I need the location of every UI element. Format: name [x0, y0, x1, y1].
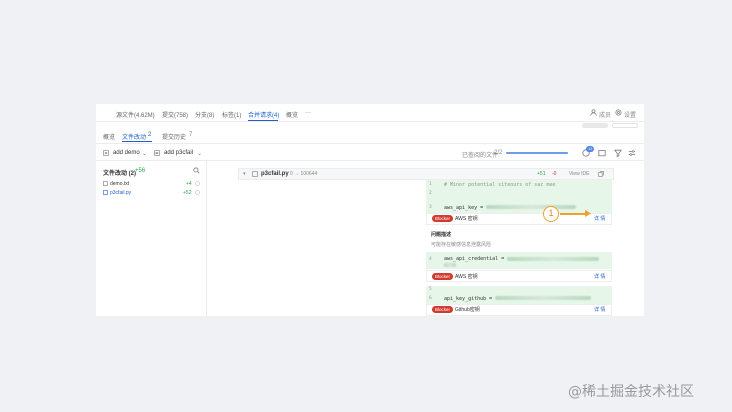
subtab-commit-history[interactable]: 提交历史	[162, 132, 186, 141]
branch-icon	[103, 150, 109, 156]
review-progress-fill	[506, 152, 568, 154]
diff-file-name: p3cfail.py	[261, 171, 289, 177]
settings-link[interactable]: 设置	[624, 110, 636, 119]
issue-row	[426, 270, 612, 282]
diff-line-github-key: 6 api_key_github =	[426, 294, 612, 304]
members-link[interactable]: 成员	[599, 110, 611, 119]
tab-branches[interactable]: 分支(8)	[195, 110, 214, 119]
redacted-secret	[486, 205, 577, 209]
collapse-caret-icon[interactable]: ▾	[243, 171, 246, 177]
redacted-secret	[495, 296, 592, 300]
issue-title: AWS 密钥	[455, 274, 478, 280]
file-icon	[103, 181, 108, 186]
problem-description: 可能存在敏感信息泄露风险	[431, 242, 492, 248]
tab-merge-requests[interactable]: 合并请求(4)	[248, 110, 279, 119]
subtab-overview[interactable]: 概览	[103, 132, 115, 141]
file-list-total: +56	[135, 168, 146, 174]
problem-heading: 问题描述	[431, 232, 452, 238]
tab-overview[interactable]: 概览	[286, 110, 298, 119]
redacted-secret	[507, 256, 600, 261]
issue-details-link[interactable]: 详 情	[594, 306, 605, 313]
issue-title: AWS 密钥	[455, 216, 478, 222]
folder-icon[interactable]	[598, 149, 606, 157]
diff-added-count: +51	[537, 171, 546, 177]
file-item-demo[interactable]: demo.txt	[110, 181, 129, 187]
divider	[96, 160, 644, 161]
file-icon	[252, 171, 258, 177]
search-icon[interactable]	[193, 167, 200, 174]
annotation-arrow-line	[560, 213, 588, 215]
branch-icon	[154, 150, 160, 156]
toolbar-button-placeholder[interactable]	[582, 123, 608, 128]
watermark: @稀土掘金技术社区	[568, 384, 694, 400]
arrow-head-icon	[585, 210, 591, 217]
severity-badge: Blocker	[432, 306, 454, 313]
check-circle-icon	[195, 190, 200, 195]
view-ide-button[interactable]: View IDE	[569, 171, 589, 177]
review-progress-track	[506, 152, 568, 154]
gear-icon[interactable]	[615, 109, 622, 116]
diff-removed-count: -0	[552, 171, 557, 177]
check-circle-icon	[195, 181, 200, 186]
filter-icon[interactable]	[614, 149, 622, 158]
file-item-p3cfail[interactable]: p3cfail.py	[110, 190, 131, 196]
subtab-file-changes[interactable]: 文件改动	[122, 132, 146, 141]
subtab-indicator	[122, 141, 152, 142]
notification-badge: 12	[586, 146, 595, 152]
file-delta: +4	[186, 181, 192, 187]
redacted-secret	[444, 263, 456, 267]
issue-title: Github密钥	[455, 307, 480, 313]
tab-source-files[interactable]: 源文件(4.62M)	[116, 110, 155, 119]
file-delta: +52	[183, 190, 192, 196]
file-icon	[103, 190, 108, 195]
diff-line: 5	[426, 286, 612, 294]
user-icon[interactable]	[590, 109, 597, 116]
diff-file-mode: 0 → 100644	[290, 171, 318, 177]
merge-request-panel: 源文件(4.62M) 提交(758) 分支(8) 标签(1) 合并请求(4) 概…	[96, 104, 644, 316]
diff-line: 1 # Minor potential siteours of sac mee	[426, 180, 612, 189]
issue-details-link[interactable]: 详 情	[594, 215, 605, 222]
chevron-down-icon: ⌄	[197, 151, 203, 157]
copy-icon[interactable]	[598, 171, 604, 177]
commit-history-count: 7	[189, 132, 193, 138]
toolbar-button-placeholder-2[interactable]	[612, 123, 638, 128]
issue-details-link[interactable]: 详 情	[594, 273, 605, 280]
file-changes-count: 2	[148, 132, 152, 138]
annotation-number-marker: 1	[543, 206, 559, 222]
target-branch-select[interactable]: add p3cfail	[164, 150, 193, 156]
source-branch-select[interactable]: add demo	[113, 150, 140, 156]
severity-badge: Blocker	[432, 215, 454, 222]
chevron-down-icon: ⌄	[142, 151, 148, 157]
file-list-title: 文件改动 (2)	[103, 171, 137, 177]
tab-more[interactable]: ···	[305, 110, 311, 116]
sliders-icon[interactable]	[628, 149, 636, 157]
issue-row	[426, 304, 612, 316]
tab-tags[interactable]: 标签(1)	[222, 110, 241, 119]
divider	[96, 143, 644, 144]
diff-line-aws-credential: 4 aws_api_credential =	[426, 252, 612, 269]
reviewed-files-value: 2/2	[494, 150, 503, 156]
severity-badge: Blocker	[432, 273, 454, 280]
file-tree-divider	[206, 160, 207, 316]
tab-commits[interactable]: 提交(758)	[162, 110, 188, 119]
divider	[96, 121, 644, 122]
